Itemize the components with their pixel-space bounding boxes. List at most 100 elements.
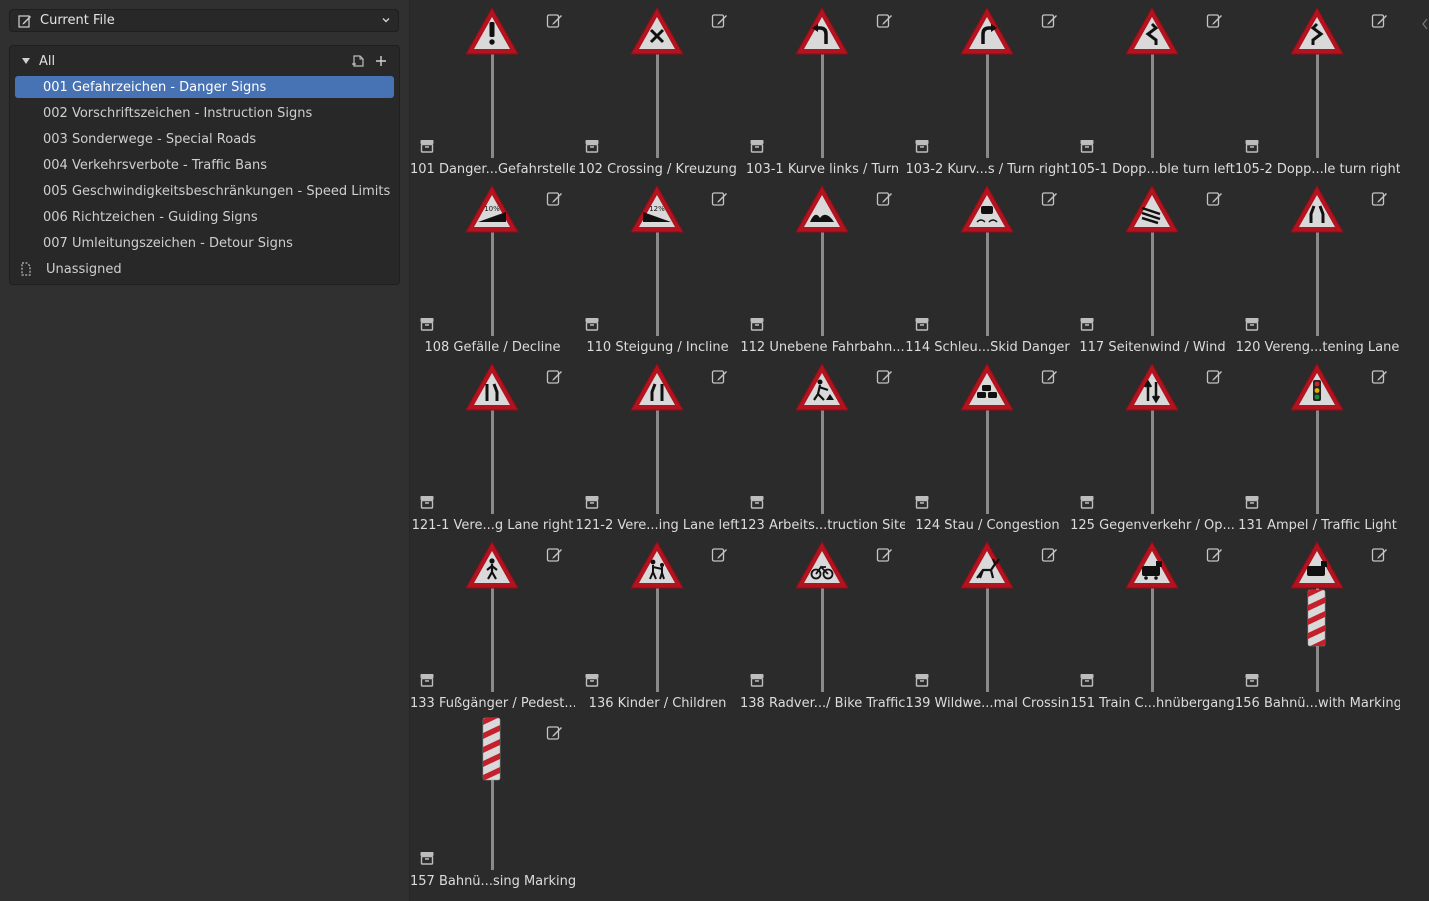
catalog-item-label: 002 Vorschriftszeichen - Instruction Sig… [43, 105, 313, 121]
collection-asset-icon [750, 496, 764, 509]
edit-asset-icon[interactable] [711, 190, 728, 207]
asset-tile[interactable]: 114 Schleu...Skid Danger [905, 178, 1070, 356]
catalog-tree: All 001 Gefahrzeichen - Danger Signs 002… [9, 45, 400, 285]
svg-text:12%: 12% [649, 205, 665, 213]
edit-asset-icon[interactable] [711, 546, 728, 563]
collection-asset-icon [585, 140, 599, 153]
catalog-item-danger-signs[interactable]: 001 Gefahrzeichen - Danger Signs [15, 76, 394, 98]
catalog-item-label: 004 Verkehrsverbote - Traffic Bans [43, 157, 267, 173]
asset-label: 136 Kinder / Children [588, 696, 727, 711]
asset-tile[interactable]: 103-1 Kurve links / Turn [740, 0, 905, 178]
collection-asset-icon [1245, 496, 1259, 509]
edit-asset-icon[interactable] [876, 190, 893, 207]
collection-asset-icon [1245, 318, 1259, 331]
library-edit-icon [18, 14, 31, 28]
unassigned-catalog-icon [21, 262, 31, 276]
collection-asset-icon [585, 318, 599, 331]
collection-asset-icon [585, 674, 599, 687]
asset-tile[interactable]: 121-2 Vere...ing Lane left [575, 356, 740, 534]
edit-asset-icon[interactable] [1371, 190, 1388, 207]
edit-asset-icon[interactable] [1371, 368, 1388, 385]
asset-tile[interactable]: 101 Danger...Gefahrstelle [410, 0, 575, 178]
collection-asset-icon [915, 318, 929, 331]
collection-asset-icon [420, 496, 434, 509]
catalog-item-instruction-signs[interactable]: 002 Vorschriftszeichen - Instruction Sig… [15, 102, 394, 124]
collection-asset-icon [750, 674, 764, 687]
edit-asset-icon[interactable] [711, 12, 728, 29]
edit-asset-icon[interactable] [711, 368, 728, 385]
collection-asset-icon [915, 674, 929, 687]
asset-tile[interactable]: 117 Seitenwind / Wind [1070, 178, 1235, 356]
asset-label: 124 Stau / Congestion [915, 518, 1060, 533]
asset-tile[interactable]: 125 Gegenverkehr / Op... [1070, 356, 1235, 534]
asset-label: 151 Train C...hnübergang [1070, 696, 1235, 711]
edit-asset-icon[interactable] [876, 12, 893, 29]
add-icon[interactable] [373, 53, 389, 69]
asset-tile[interactable]: 10% 108 Gefälle / Decline [410, 178, 575, 356]
catalog-item-guiding-signs[interactable]: 006 Richtzeichen - Guiding Signs [15, 206, 394, 228]
edit-asset-icon[interactable] [546, 724, 563, 741]
asset-tile[interactable]: 105-1 Dopp...ble turn left [1070, 0, 1235, 178]
edit-asset-icon[interactable] [1206, 546, 1223, 563]
asset-tile[interactable]: 105-2 Dopp...le turn right [1235, 0, 1400, 178]
collection-asset-icon [915, 140, 929, 153]
asset-tile[interactable]: 124 Stau / Congestion [905, 356, 1070, 534]
catalog-item-label: 007 Umleitungszeichen - Detour Signs [43, 235, 293, 251]
edit-asset-icon[interactable] [546, 190, 563, 207]
edit-asset-icon[interactable] [546, 546, 563, 563]
asset-label: 131 Ampel / Traffic Light [1238, 518, 1397, 533]
edit-asset-icon[interactable] [1041, 546, 1058, 563]
edit-asset-icon[interactable] [1371, 546, 1388, 563]
edit-asset-icon[interactable] [1206, 368, 1223, 385]
asset-tile[interactable]: 151 Train C...hnübergang [1070, 534, 1235, 712]
disclosure-triangle-icon[interactable] [21, 56, 31, 66]
collection-asset-icon [420, 140, 434, 153]
asset-tile[interactable]: 133 Fußgänger / Pedest... [410, 534, 575, 712]
library-select-label: Current File [40, 13, 115, 28]
asset-label: 114 Schleu...Skid Danger [905, 340, 1070, 355]
edit-asset-icon[interactable] [1041, 12, 1058, 29]
catalog-unassigned[interactable]: Unassigned [10, 258, 399, 280]
edit-asset-icon[interactable] [1206, 12, 1223, 29]
edit-asset-icon[interactable] [876, 546, 893, 563]
asset-label: 101 Danger...Gefahrstelle [410, 162, 575, 177]
edit-asset-icon[interactable] [1041, 368, 1058, 385]
chevron-left-icon[interactable] [1421, 16, 1429, 32]
catalog-root-all[interactable]: All [10, 50, 399, 72]
asset-tile[interactable]: 112 Unebene Fahrbahn... [740, 178, 905, 356]
asset-tile[interactable]: 139 Wildwe...mal Crossin [905, 534, 1070, 712]
catalog-item-label: 006 Richtzeichen - Guiding Signs [43, 209, 258, 225]
catalog-item-speed-limits[interactable]: 005 Geschwindigkeitsbeschränkungen - Spe… [15, 180, 394, 202]
asset-tile[interactable]: 123 Arbeits...truction Site [740, 356, 905, 534]
catalog-item-label: 001 Gefahrzeichen - Danger Signs [43, 79, 267, 95]
edit-asset-icon[interactable] [546, 368, 563, 385]
edit-asset-icon[interactable] [546, 12, 563, 29]
catalog-unassigned-label: Unassigned [46, 261, 122, 277]
catalog-item-detour-signs[interactable]: 007 Umleitungszeichen - Detour Signs [15, 232, 394, 254]
asset-tile[interactable]: 138 Radver.../ Bike Traffic [740, 534, 905, 712]
asset-tile[interactable]: 120 Vereng...tening Lane [1235, 178, 1400, 356]
asset-tile[interactable]: 131 Ampel / Traffic Light [1235, 356, 1400, 534]
svg-text:10%: 10% [484, 205, 500, 213]
asset-tile[interactable]: 157 Bahnü...sing Marking [410, 712, 575, 890]
asset-label: 125 Gegenverkehr / Op... [1070, 518, 1235, 533]
edit-asset-icon[interactable] [876, 368, 893, 385]
edit-asset-icon[interactable] [1371, 12, 1388, 29]
edit-asset-icon[interactable] [1041, 190, 1058, 207]
edit-asset-icon[interactable] [1206, 190, 1223, 207]
asset-tile[interactable]: 12% 110 Steigung / Incline [575, 178, 740, 356]
new-catalog-icon[interactable] [351, 53, 367, 69]
catalog-item-special-roads[interactable]: 003 Sonderwege - Special Roads [15, 128, 394, 150]
library-select-dropdown[interactable]: Current File [9, 9, 399, 32]
asset-tile[interactable]: 121-1 Vere...g Lane right [410, 356, 575, 534]
catalog-item-traffic-bans[interactable]: 004 Verkehrsverbote - Traffic Bans [15, 154, 394, 176]
collection-asset-icon [1080, 674, 1094, 687]
asset-tile[interactable]: 103-2 Kurv...s / Turn right [905, 0, 1070, 178]
asset-label: 138 Radver.../ Bike Traffic [740, 696, 905, 711]
asset-tile[interactable]: 136 Kinder / Children [575, 534, 740, 712]
asset-tile[interactable]: 102 Crossing / Kreuzung [575, 0, 740, 178]
collection-asset-icon [420, 674, 434, 687]
collection-asset-icon [750, 318, 764, 331]
asset-label: 123 Arbeits...truction Site [740, 518, 905, 533]
asset-tile[interactable]: 156 Bahnü...with Marking [1235, 534, 1400, 712]
